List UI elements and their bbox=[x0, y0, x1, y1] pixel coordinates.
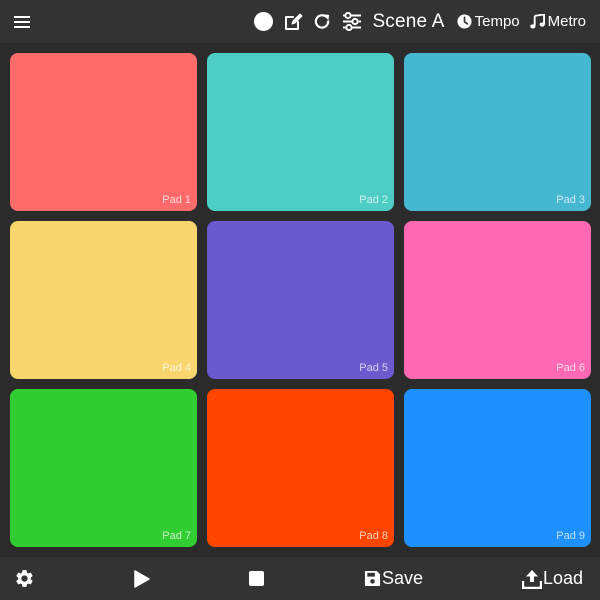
pad-9[interactable]: Pad 9 bbox=[404, 389, 591, 547]
save-label: Save bbox=[382, 568, 424, 588]
mixer-button[interactable] bbox=[342, 12, 362, 31]
load-label: Load bbox=[543, 568, 584, 588]
tempo-label: Tempo bbox=[474, 13, 520, 30]
sliders-icon bbox=[343, 12, 362, 31]
metro-button[interactable]: Metro bbox=[529, 13, 586, 30]
gear-icon bbox=[16, 570, 33, 587]
settings-button[interactable] bbox=[14, 557, 35, 600]
pad-label: Pad 3 bbox=[556, 194, 585, 206]
floppy-disk-icon bbox=[364, 570, 381, 587]
pad-label: Pad 6 bbox=[556, 362, 585, 374]
record-button[interactable] bbox=[254, 12, 274, 31]
pad-5[interactable]: Pad 5 bbox=[207, 221, 394, 379]
pad-label: Pad 1 bbox=[162, 194, 191, 206]
pad-label: Pad 9 bbox=[556, 530, 585, 542]
stop-button[interactable] bbox=[249, 557, 264, 600]
pad-label: Pad 8 bbox=[359, 530, 388, 542]
menu-button[interactable] bbox=[13, 13, 31, 31]
edit-button[interactable] bbox=[283, 12, 303, 32]
pad-label: Pad 2 bbox=[359, 194, 388, 206]
pad-3[interactable]: Pad 3 bbox=[404, 53, 591, 211]
clock-icon bbox=[457, 14, 472, 29]
pad-7[interactable]: Pad 7 bbox=[10, 389, 197, 547]
scene-title[interactable]: Scene A bbox=[372, 11, 444, 33]
hamburger-menu-icon bbox=[14, 15, 30, 29]
pad-label: Pad 5 bbox=[359, 362, 388, 374]
top-bar: Scene A Tempo Metro bbox=[0, 0, 600, 43]
redo-arrow-icon bbox=[315, 14, 330, 29]
play-icon bbox=[134, 569, 150, 588]
redo-button[interactable] bbox=[313, 12, 332, 31]
load-button[interactable]: Load bbox=[522, 557, 583, 600]
pad-6[interactable]: Pad 6 bbox=[404, 221, 591, 379]
record-circle-icon bbox=[254, 12, 274, 31]
save-button[interactable]: Save bbox=[364, 557, 423, 600]
play-button[interactable] bbox=[134, 557, 150, 600]
edit-pencil-icon bbox=[285, 13, 303, 30]
pad-grid: Pad 1 Pad 2 Pad 3 Pad 4 Pad 5 Pad 6 Pad … bbox=[10, 53, 591, 547]
tempo-button[interactable]: Tempo bbox=[457, 13, 520, 30]
pad-label: Pad 7 bbox=[162, 530, 191, 542]
pad-1[interactable]: Pad 1 bbox=[10, 53, 197, 211]
top-toolbar: Scene A Tempo Metro bbox=[254, 0, 586, 43]
upload-icon bbox=[522, 569, 542, 589]
pad-8[interactable]: Pad 8 bbox=[207, 389, 394, 547]
bottom-bar: Save Load bbox=[0, 557, 600, 600]
stop-icon bbox=[249, 571, 264, 586]
pad-4[interactable]: Pad 4 bbox=[10, 221, 197, 379]
music-note-icon bbox=[529, 14, 545, 29]
metro-label: Metro bbox=[547, 13, 586, 30]
pad-2[interactable]: Pad 2 bbox=[207, 53, 394, 211]
pad-label: Pad 4 bbox=[162, 362, 191, 374]
